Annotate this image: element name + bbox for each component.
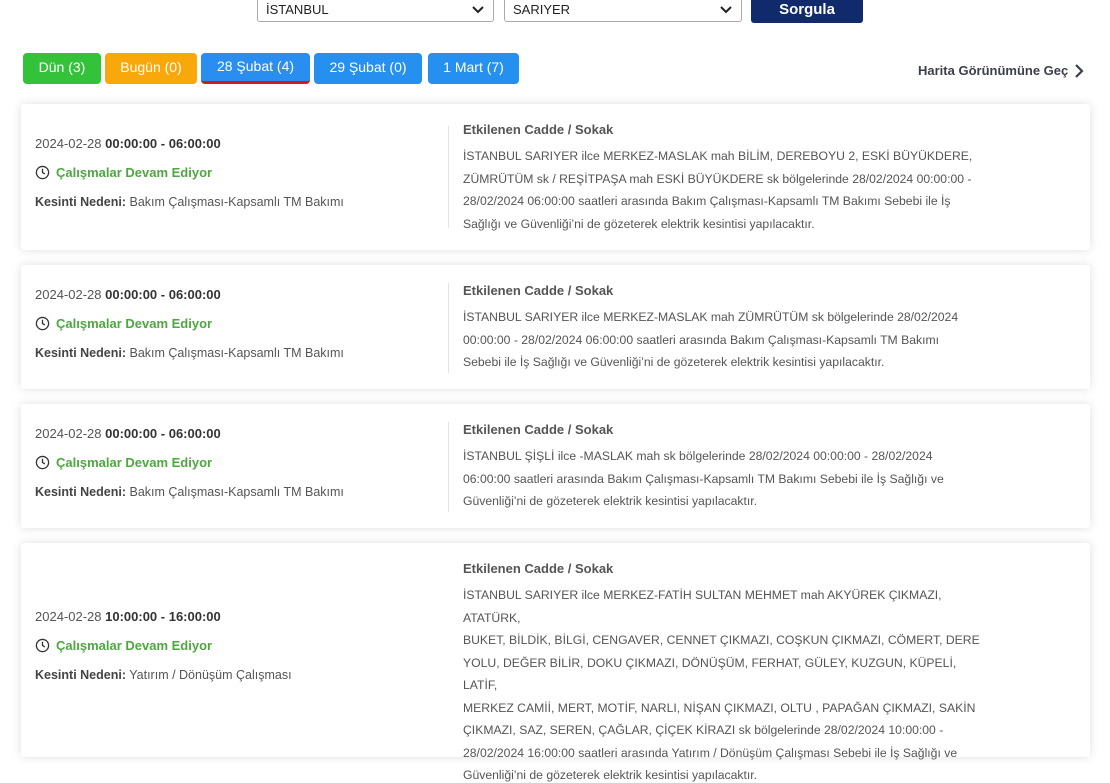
tab-yesterday[interactable]: Dün (3) bbox=[23, 53, 101, 84]
city-select[interactable]: İSTANBUL bbox=[257, 0, 494, 22]
clock-icon bbox=[35, 165, 50, 180]
description-line: 28/02/2024 16:00:00 saatleri arasında Ya… bbox=[463, 745, 958, 760]
street-description: İSTANBUL SARIYER ilce MERKEZ-FATİH SULTA… bbox=[463, 584, 993, 783]
reason-value: Bakım Çalışması-Kapsamlı TM Bakımı bbox=[129, 346, 344, 360]
description-line: BUKET, BİLDİK, BİLGİ, CENGAVER, CENNET Ç… bbox=[463, 633, 980, 647]
reason-value: Bakım Çalışması-Kapsamlı TM Bakımı bbox=[129, 485, 344, 499]
description-line: 00:00:00 - 28/02/2024 06:00:00 saatleri … bbox=[463, 332, 940, 347]
description-line: Güvenliği’ni de gözeterek elektrik kesin… bbox=[463, 494, 757, 508]
outage-reason: Kesinti Nedeni: Bakım Çalışması-Kapsamlı… bbox=[35, 195, 435, 209]
outage-date: 2024-02-28 bbox=[35, 136, 102, 151]
description-line: İSTANBUL SARIYER ilce MERKEZ-MASLAK mah … bbox=[463, 310, 959, 324]
card-divider bbox=[448, 283, 449, 373]
outage-time: 10:00:00 - 16:00:00 bbox=[105, 609, 221, 624]
reason-label: Kesinti Nedeni: bbox=[35, 346, 126, 360]
description-line: ÇIKMAZI, SAZ, SEREN, ÇAĞLAR, ÇİÇEK KİRAZ… bbox=[463, 723, 944, 737]
outage-datetime: 2024-02-28 00:00:00 - 06:00:00 bbox=[35, 426, 435, 441]
district-select[interactable]: SARIYER bbox=[504, 0, 742, 22]
clock-icon bbox=[35, 316, 50, 331]
description-line: Sağlığı ve Güvenliği’ni de gözeterek ele… bbox=[463, 216, 815, 231]
description-line: Sebebi ile İş Sağlığı ve Güvenliği’ni de… bbox=[463, 355, 885, 369]
reason-label: Kesinti Nedeni: bbox=[35, 195, 126, 209]
affected-streets: Etkilenen Cadde / Sokak İSTANBUL ŞİŞLİ i… bbox=[463, 422, 993, 513]
outage-summary: 2024-02-28 10:00:00 - 16:00:00 Çalışmala… bbox=[35, 609, 435, 682]
card-divider bbox=[448, 422, 449, 512]
status-badge: Çalışmalar Devam Ediyor bbox=[35, 638, 435, 653]
outage-card: 2024-02-28 00:00:00 - 06:00:00 Çalışmala… bbox=[21, 265, 1090, 389]
outage-date: 2024-02-28 bbox=[35, 609, 102, 624]
outage-summary: 2024-02-28 00:00:00 - 06:00:00 Çalışmala… bbox=[35, 426, 435, 499]
description-line: 28/02/2024 06:00:00 saatleri arasında Ba… bbox=[463, 194, 951, 208]
outage-datetime: 2024-02-28 00:00:00 - 06:00:00 bbox=[35, 287, 435, 302]
outage-reason: Kesinti Nedeni: Yatırım / Dönüşüm Çalışm… bbox=[35, 668, 435, 682]
description-line: İSTANBUL SARIYER ilce MERKEZ-FATİH SULTA… bbox=[463, 588, 942, 625]
outage-time: 00:00:00 - 06:00:00 bbox=[105, 136, 221, 151]
street-title: Etkilenen Cadde / Sokak bbox=[463, 283, 614, 298]
card-divider bbox=[448, 126, 449, 228]
description-line: Güvenliği’ni de gözeterek elektrik kesin… bbox=[463, 768, 757, 782]
outage-time: 00:00:00 - 06:00:00 bbox=[105, 287, 221, 302]
street-title: Etkilenen Cadde / Sokak bbox=[463, 561, 614, 576]
outage-datetime: 2024-02-28 00:00:00 - 06:00:00 bbox=[35, 136, 435, 151]
outage-reason: Kesinti Nedeni: Bakım Çalışması-Kapsamlı… bbox=[35, 346, 435, 360]
chevron-right-icon bbox=[1075, 63, 1084, 78]
outage-card: 2024-02-28 10:00:00 - 16:00:00 Çalışmala… bbox=[21, 543, 1090, 782]
outage-reason: Kesinti Nedeni: Bakım Çalışması-Kapsamlı… bbox=[35, 485, 435, 499]
filter-bar: İSTANBUL SARIYER Sorgula bbox=[0, 0, 1110, 26]
query-button[interactable]: Sorgula bbox=[751, 0, 863, 23]
outage-time: 00:00:00 - 06:00:00 bbox=[105, 426, 221, 441]
street-title: Etkilenen Cadde / Sokak bbox=[463, 122, 614, 137]
street-description: İSTANBUL SARIYER ilce MERKEZ-MASLAK mah … bbox=[463, 145, 993, 235]
outage-card: 2024-02-28 00:00:00 - 06:00:00 Çalışmala… bbox=[21, 104, 1090, 250]
status-badge: Çalışmalar Devam Ediyor bbox=[35, 165, 435, 180]
district-select-value: SARIYER bbox=[513, 2, 571, 17]
tab-today[interactable]: Bugün (0) bbox=[105, 53, 197, 84]
street-description: İSTANBUL SARIYER ilce MERKEZ-MASLAK mah … bbox=[463, 306, 993, 374]
affected-streets: Etkilenen Cadde / Sokak İSTANBUL SARIYER… bbox=[463, 283, 993, 374]
reason-label: Kesinti Nedeni: bbox=[35, 485, 126, 499]
description-line: ZÜMRÜTÜM sk / REŞİTPAŞA mah ESKİ BÜYÜKDE… bbox=[463, 171, 972, 186]
status-badge: Çalışmalar Devam Ediyor bbox=[35, 316, 435, 331]
reason-label: Kesinti Nedeni: bbox=[35, 668, 126, 682]
map-view-label: Harita Görünümüne Geç bbox=[918, 63, 1069, 78]
description-line: İSTANBUL SARIYER ilce MERKEZ-MASLAK mah … bbox=[463, 149, 973, 163]
tab-feb-29[interactable]: 29 Şubat (0) bbox=[314, 53, 422, 84]
description-line: YOLU, DEĞER BİLİR, DOKU ÇIKMAZI, DÖNÜŞÜM… bbox=[463, 655, 957, 693]
tab-mar-1[interactable]: 1 Mart (7) bbox=[428, 53, 519, 84]
status-text: Çalışmalar Devam Ediyor bbox=[56, 316, 213, 331]
street-title: Etkilenen Cadde / Sokak bbox=[463, 422, 614, 437]
outage-datetime: 2024-02-28 10:00:00 - 16:00:00 bbox=[35, 609, 435, 624]
status-text: Çalışmalar Devam Ediyor bbox=[56, 165, 213, 180]
description-line: MERKEZ CAMİİ, MERT, MOTİF, NARLI, NİŞAN … bbox=[463, 700, 976, 715]
reason-value: Bakım Çalışması-Kapsamlı TM Bakımı bbox=[129, 195, 344, 209]
chevron-down-icon bbox=[720, 6, 732, 14]
outage-date: 2024-02-28 bbox=[35, 426, 102, 441]
affected-streets: Etkilenen Cadde / Sokak İSTANBUL SARIYER… bbox=[463, 122, 993, 235]
outage-summary: 2024-02-28 00:00:00 - 06:00:00 Çalışmala… bbox=[35, 136, 435, 209]
chevron-down-icon bbox=[472, 6, 484, 14]
reason-value: Yatırım / Dönüşüm Çalışması bbox=[129, 668, 292, 682]
clock-icon bbox=[35, 455, 50, 470]
description-line: İSTANBUL ŞİŞLİ ilce -MASLAK mah sk bölge… bbox=[463, 449, 933, 463]
tab-feb-28[interactable]: 28 Şubat (4) bbox=[201, 53, 310, 84]
outage-date: 2024-02-28 bbox=[35, 287, 102, 302]
street-description: İSTANBUL ŞİŞLİ ilce -MASLAK mah sk bölge… bbox=[463, 445, 993, 513]
map-view-link[interactable]: Harita Görünümüne Geç bbox=[918, 63, 1084, 78]
status-badge: Çalışmalar Devam Ediyor bbox=[35, 455, 435, 470]
clock-icon bbox=[35, 638, 50, 653]
affected-streets: Etkilenen Cadde / Sokak İSTANBUL SARIYER… bbox=[463, 561, 993, 783]
outage-card: 2024-02-28 00:00:00 - 06:00:00 Çalışmala… bbox=[21, 404, 1090, 528]
status-text: Çalışmalar Devam Ediyor bbox=[56, 638, 213, 653]
outage-summary: 2024-02-28 00:00:00 - 06:00:00 Çalışmala… bbox=[35, 287, 435, 360]
city-select-value: İSTANBUL bbox=[266, 2, 329, 17]
status-text: Çalışmalar Devam Ediyor bbox=[56, 455, 213, 470]
description-line: 06:00:00 saatleri arasında Bakım Çalışma… bbox=[463, 471, 944, 486]
